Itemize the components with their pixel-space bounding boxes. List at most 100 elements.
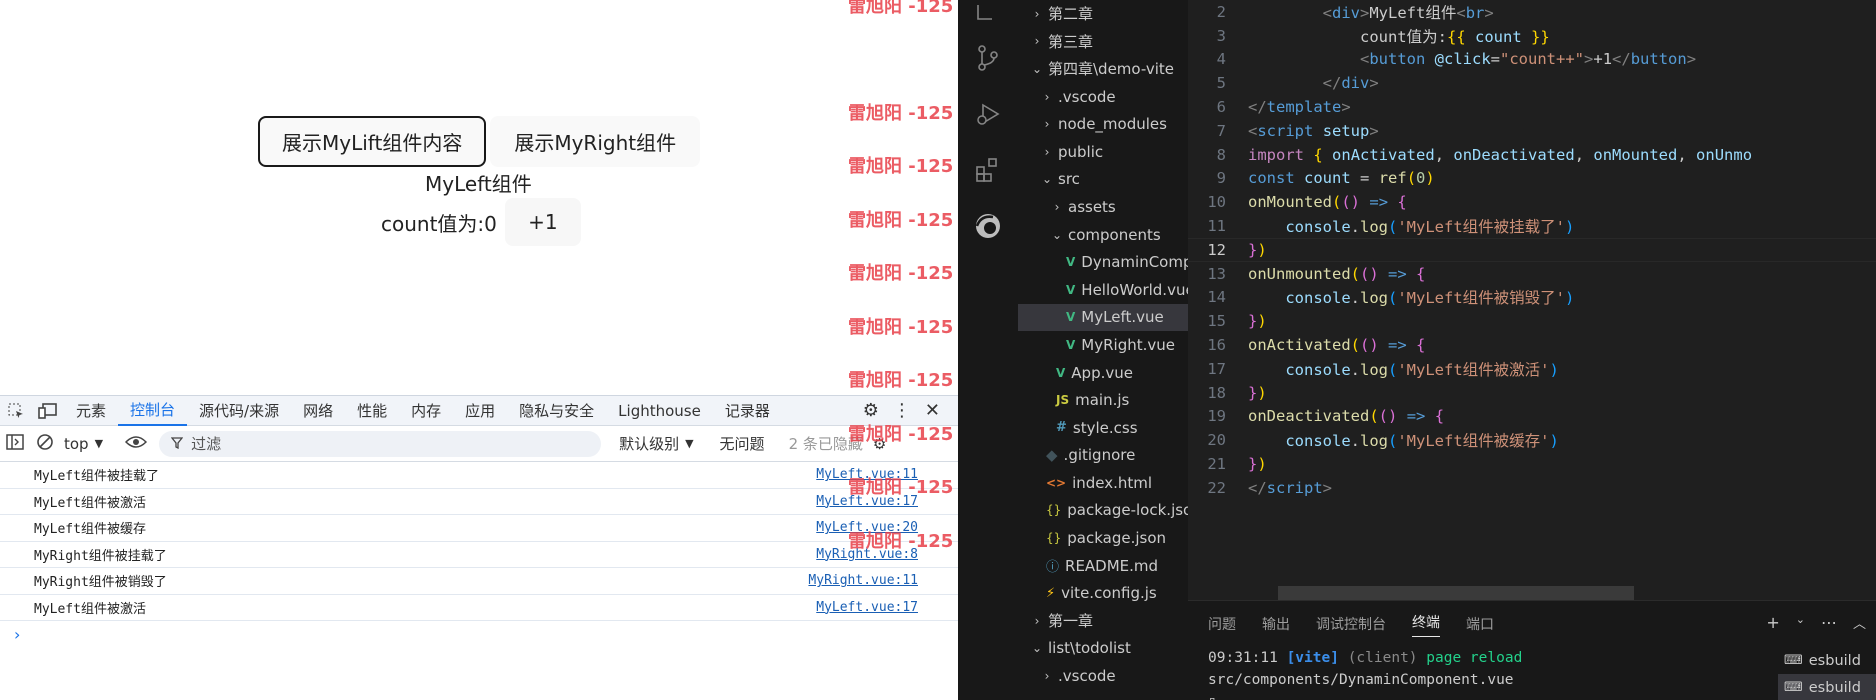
code-text: console.log('MyLeft组件被挂载了') [1285,218,1575,237]
eye-icon[interactable] [125,435,148,453]
explorer-item[interactable]: V MyLeft.vue [1018,303,1188,332]
settings-gear-icon[interactable]: ⚙ [863,400,879,421]
clear-console-icon[interactable] [36,433,54,455]
devtools-tab[interactable]: 控制台 [118,396,188,426]
explorer-item[interactable]: V MyRight.vue [1018,331,1188,359]
code-editor[interactable]: 2 <div>MyLeft组件<br> 3 count值为:{{ count }}… [1188,0,1876,600]
explorer-files-icon[interactable] [958,0,1018,30]
console-settings-icon[interactable]: ⚙ [873,435,886,453]
panel-tab[interactable]: 问题 [1208,614,1236,634]
panel-tab[interactable]: 输出 [1262,614,1290,634]
line-number: 9 [1216,169,1226,188]
devtools-tab[interactable]: 隐私与安全 [507,396,606,426]
console-prompt[interactable]: › [0,621,958,647]
terminal-output[interactable]: 09:31:11 [vite] (client) page reload src… [1208,647,1708,700]
code-line: 12}) [1188,237,1876,262]
explorer-item[interactable]: V App.vue [1018,359,1188,387]
issues-count[interactable]: 无问题 [720,433,765,454]
line-number: 18 [1207,383,1226,402]
explorer-item[interactable]: # style.css [1018,414,1188,442]
chevron-down-icon[interactable]: ⌄ [1796,613,1805,632]
log-source-link[interactable]: MyLeft.vue:17 [816,600,918,615]
explorer-item[interactable]: ⌄ 第四章\demo-vite [1018,55,1188,83]
log-source-link[interactable]: MyLeft.vue:17 [816,494,918,509]
code-lines: 2 <div>MyLeft组件<br> 3 count值为:{{ count }}… [1188,0,1876,500]
maximize-panel-icon[interactable]: ︿ [1853,613,1866,632]
device-toolbar-icon[interactable] [32,396,64,426]
increment-button[interactable]: +1 [504,198,581,246]
devtools-tab[interactable]: 性能 [345,396,399,426]
explorer-item-label: index.html [1072,473,1153,492]
show-myright-button[interactable]: 展示MyRight组件 [490,116,701,167]
new-terminal-icon[interactable]: + [1766,613,1779,632]
explorer-item[interactable]: › .vscode [1018,83,1188,111]
explorer-item[interactable]: <> index.html [1018,469,1188,497]
explorer-item[interactable]: V HelloWorld.vue [1018,276,1188,304]
code-line: 14 console.log('MyLeft组件被销毁了') [1188,286,1876,310]
explorer-item[interactable]: ⌄ list\todolist [1018,635,1188,663]
context-selector[interactable]: top ▼ [64,435,103,453]
more-actions-icon[interactable]: ⋯ [1821,613,1837,632]
edge-devtools-icon[interactable] [958,198,1018,254]
explorer-item[interactable]: V DynaminCompon... [1018,248,1188,276]
devtools-tab[interactable]: 源代码/来源 [187,396,291,426]
explorer-item[interactable]: › assets [1018,193,1188,221]
devtools-tab[interactable]: 内存 [399,396,453,426]
horizontal-scrollbar[interactable] [1278,586,1634,600]
explorer-item[interactable]: › .vscode [1018,662,1188,690]
log-source-link[interactable]: MyLeft.vue:11 [816,467,918,482]
code-line: 2 <div>MyLeft组件<br> [1188,0,1876,24]
explorer-item[interactable]: ⌄ components [1018,221,1188,249]
explorer-item[interactable]: › public [1018,138,1188,166]
explorer-item[interactable]: ⌄ src [1018,166,1188,194]
html-file-icon: <> [1046,475,1067,490]
explorer-item[interactable]: ⚡ vite.config.js [1018,579,1188,607]
devtools-tab[interactable]: 记录器 [713,396,782,426]
levels-label: 默认级别 [619,435,680,453]
explorer-item[interactable]: JS main.js [1018,386,1188,414]
panel-tab[interactable]: 调试控制台 [1316,614,1386,634]
explorer-item[interactable]: ◆ .gitignore [1018,442,1188,470]
line-number: 6 [1216,98,1226,117]
run-debug-icon[interactable] [958,86,1018,142]
extensions-icon[interactable] [958,142,1018,198]
devtools-tab[interactable]: 应用 [453,396,507,426]
terminal-instance[interactable]: ⌨ esbuild [1778,674,1876,700]
line-number: 19 [1207,407,1226,426]
sidebar-toggle-icon[interactable] [6,433,24,454]
terminal-instance[interactable]: ⌨ esbuild [1778,647,1876,674]
log-source-link[interactable]: MyRight.vue:11 [808,573,918,588]
line-number: 14 [1207,288,1226,307]
devtools-tab[interactable]: Lighthouse [606,396,713,426]
explorer-item[interactable]: › 第二章 [1018,0,1188,28]
close-icon[interactable]: ✕ [925,400,940,421]
more-menu-icon[interactable]: ⋮ [893,400,911,421]
hidden-count: 2 条已隐藏 [788,435,863,453]
devtools-tab[interactable]: 网络 [291,396,345,426]
filter-input[interactable]: 过滤 [159,430,602,457]
explorer-item[interactable]: › node_modules [1018,110,1188,138]
log-source-link[interactable]: MyLeft.vue:20 [816,520,918,535]
explorer-item[interactable]: › 第一章 [1018,607,1188,635]
explorer-item[interactable]: ⓘ README.md [1018,552,1188,580]
source-control-icon[interactable] [958,30,1018,86]
explorer-item[interactable]: {} package-lock.json [1018,497,1188,525]
explorer-item-label: 第三章 [1048,32,1094,51]
panel-tab[interactable]: 终端 [1412,612,1440,637]
explorer-item-label: README.md [1065,556,1159,575]
explorer-item-label: vite.config.js [1061,584,1157,603]
json-file-icon: {} [1046,531,1062,546]
panel-tab[interactable]: 端口 [1466,614,1494,634]
explorer-item-label: node_modules [1058,115,1167,134]
log-source-link[interactable]: MyRight.vue:8 [816,547,918,562]
code-text: }) [1248,312,1267,331]
explorer-item[interactable]: {} package.json [1018,524,1188,552]
line-number: 3 [1216,26,1226,45]
inspect-element-icon[interactable] [0,396,32,426]
code-line: 22 </script> [1188,476,1876,500]
devtools-tab[interactable]: 元素 [64,396,118,426]
log-levels-dropdown[interactable]: 默认级别 ▼ [619,433,693,454]
chevron-down-icon: ⌄ [1031,641,1043,656]
show-myleft-button[interactable]: 展示MyLift组件内容 [258,116,487,167]
explorer-item[interactable]: › 第三章 [1018,28,1188,56]
